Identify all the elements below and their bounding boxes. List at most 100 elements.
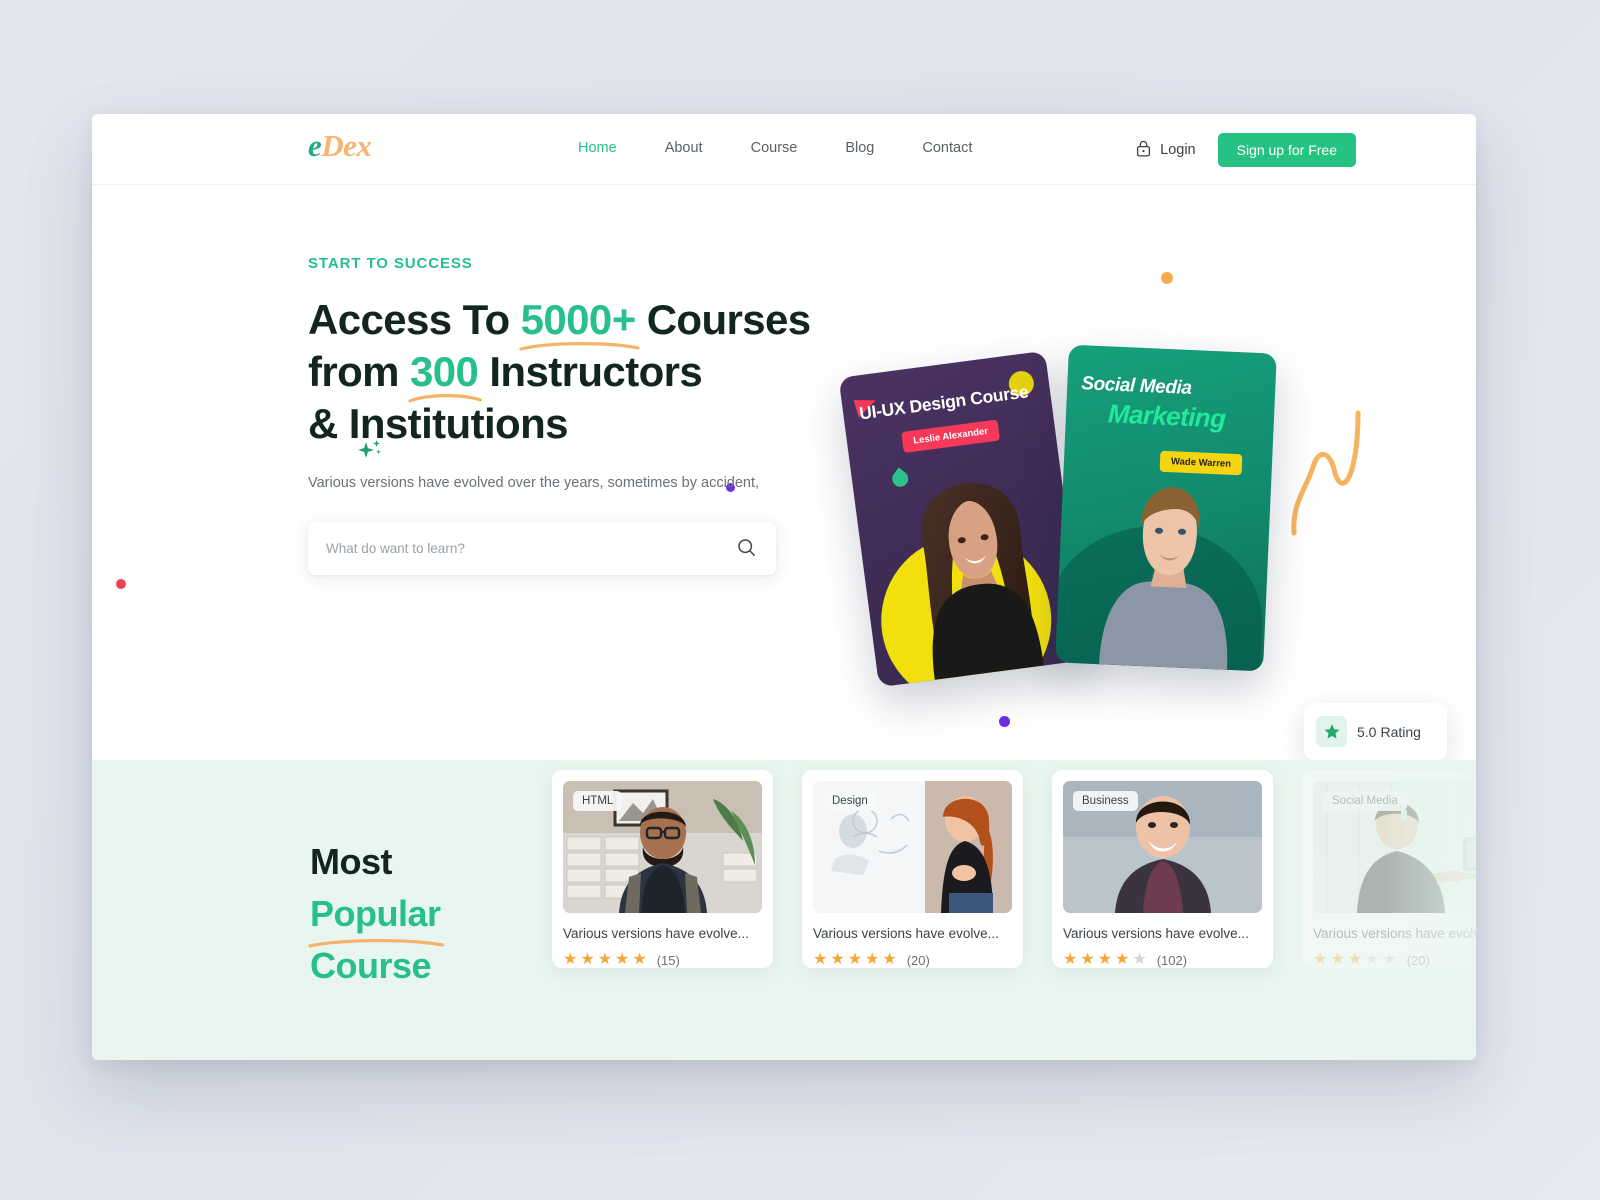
underline-swoosh-icon (408, 394, 482, 403)
star-icon: ★ (1080, 951, 1095, 968)
course-badge: Business (1073, 791, 1138, 811)
course-thumbnail: Social Media (1313, 781, 1476, 913)
star-icon: ★ (882, 951, 897, 968)
hero-eyebrow: START TO SUCCESS (308, 255, 473, 272)
star-icon: ★ (1313, 951, 1328, 968)
card-title-marketing: Marketing (1107, 398, 1227, 434)
star-rating: ★ ★ ★ ★ ★ (1313, 952, 1397, 968)
header-actions: Login Sign up for Free (1130, 133, 1356, 167)
nav-item-blog[interactable]: Blog (821, 140, 898, 156)
popular-heading-line-2: Popular (308, 888, 445, 948)
rating-value: 5.0 (1357, 723, 1377, 740)
star-rating: ★ ★ ★ ★ ★ (1063, 952, 1147, 968)
headline-highlight-300: 300 (408, 348, 482, 403)
star-icon (1316, 716, 1347, 747)
search-icon (737, 538, 756, 560)
main-nav: Home About Course Blog Contact (554, 140, 996, 156)
star-icon: ★ (847, 951, 863, 968)
rating-count: (20) (906, 952, 930, 968)
underline-swoosh-icon (519, 342, 640, 351)
star-icon-empty: ★ (1365, 951, 1380, 968)
hero-copy: START TO SUCCESS Access To 5000+ Courses… (308, 255, 828, 575)
decor-dot-red (116, 579, 126, 589)
rating-count: (20) (1406, 952, 1430, 968)
star-icon: ★ (1347, 951, 1363, 968)
course-card-design[interactable]: Design Various versions have evolve... ★… (802, 770, 1023, 968)
search-button[interactable] (737, 538, 756, 560)
course-title: Various versions have evolve... (1313, 926, 1476, 941)
star-icon: ★ (1115, 951, 1130, 968)
search-input[interactable] (326, 541, 737, 556)
course-rating: ★ ★ ★ ★ ★ (15) (563, 952, 762, 968)
headline-line-2: from 300 Instructors (308, 348, 703, 403)
popular-heading-line-3: Course (310, 945, 432, 986)
nav-item-course[interactable]: Course (727, 140, 822, 156)
decor-dot-orange (1161, 272, 1173, 284)
rating-badge: 5.0 Rating (1304, 703, 1447, 760)
rating-count: (15) (656, 952, 680, 968)
login-label: Login (1160, 142, 1196, 158)
course-rating: ★ ★ ★ ★ ★ (102) (1063, 952, 1262, 968)
course-rating: ★ ★ ★ ★ ★ (20) (813, 952, 1012, 968)
star-icon: ★ (1097, 951, 1113, 968)
course-card-html[interactable]: HTML Various versions have evolve... ★ ★… (552, 770, 773, 968)
popular-course-section: Most Popular Course HTML Various version… (92, 760, 1476, 1060)
popular-heading: Most Popular Course (308, 836, 445, 992)
hero-headline: Access To 5000+ Courses from 300 Instruc… (308, 294, 828, 450)
course-title: Various versions have evolve... (1063, 926, 1249, 941)
course-badge: HTML (573, 791, 623, 811)
star-icon: ★ (615, 951, 630, 968)
star-icon-empty: ★ (1132, 951, 1147, 968)
hero-card-uiux[interactable]: UI-UX Design Course Leslie Alexander (838, 350, 1086, 688)
hero-illustration: UI-UX Design Course Leslie Alexander Soc… (792, 335, 1447, 760)
popular-course-list: HTML Various versions have evolve... ★ ★… (552, 770, 1476, 968)
course-title: Various versions have evolve... (563, 926, 749, 941)
card-instructor-leslie: Leslie Alexander (901, 419, 1001, 454)
nav-item-home[interactable]: Home (554, 140, 641, 156)
star-icon: ★ (597, 951, 613, 968)
nav-item-about[interactable]: About (641, 140, 727, 156)
course-thumbnail: Business (1063, 781, 1262, 913)
star-icon: ★ (563, 951, 578, 968)
course-thumbnail: HTML (563, 781, 762, 913)
nav-item-contact[interactable]: Contact (898, 140, 996, 156)
course-rating: ★ ★ ★ ★ ★ (20) (1313, 952, 1476, 968)
headline-line-3: & Institutions (308, 400, 569, 447)
star-icon: ★ (1330, 951, 1345, 968)
rating-text: 5.0 Rating (1357, 724, 1421, 740)
course-badge: Design (823, 791, 877, 811)
logo-text-dex: Dex (321, 128, 372, 163)
headline-highlight-5000: 5000+ (519, 296, 640, 351)
hero-subtitle: Various versions have evolved over the y… (308, 475, 760, 491)
rating-count: (102) (1156, 952, 1188, 968)
rating-label: Rating (1380, 723, 1421, 740)
card-title-uiux: UI-UX Design Course (858, 381, 1030, 424)
signup-button[interactable]: Sign up for Free (1217, 133, 1356, 167)
card-instructor-wade: Wade Warren (1159, 450, 1243, 476)
star-icon: ★ (865, 951, 880, 968)
hero-search-box[interactable] (308, 522, 776, 575)
course-card-business[interactable]: Business Various versions have evolve... (1052, 770, 1273, 968)
card-photo-man (1077, 463, 1261, 670)
site-header: eDex Home About Course Blog Contact Logi… (92, 114, 1476, 185)
course-title: Various versions have evolve... (813, 926, 999, 941)
login-button[interactable]: Login (1130, 134, 1201, 167)
course-card-social-media[interactable]: Social Media Various versions have evol … (1302, 770, 1476, 968)
card-title-social: Social Media (1080, 373, 1192, 399)
logo-letter-e: e (308, 128, 322, 163)
hero-section: START TO SUCCESS Access To 5000+ Courses… (92, 185, 1476, 760)
course-thumbnail: Design (813, 781, 1012, 913)
site-logo[interactable]: eDex (308, 128, 372, 164)
course-badge: Social Media (1323, 791, 1407, 811)
website-frame: eDex Home About Course Blog Contact Logi… (92, 114, 1476, 1060)
star-icon: ★ (813, 951, 828, 968)
headline-line-1: Access To 5000+ Courses (308, 296, 811, 351)
star-rating: ★ ★ ★ ★ ★ (563, 952, 647, 968)
lock-icon (1136, 140, 1151, 161)
popular-heading-line-1: Most (310, 841, 393, 882)
card-photo-woman (878, 458, 1073, 683)
star-icon: ★ (580, 951, 595, 968)
hero-card-social-media[interactable]: Social Media Marketing Wade Warren (1055, 344, 1277, 672)
star-icon: ★ (830, 951, 845, 968)
star-icon: ★ (632, 951, 647, 968)
